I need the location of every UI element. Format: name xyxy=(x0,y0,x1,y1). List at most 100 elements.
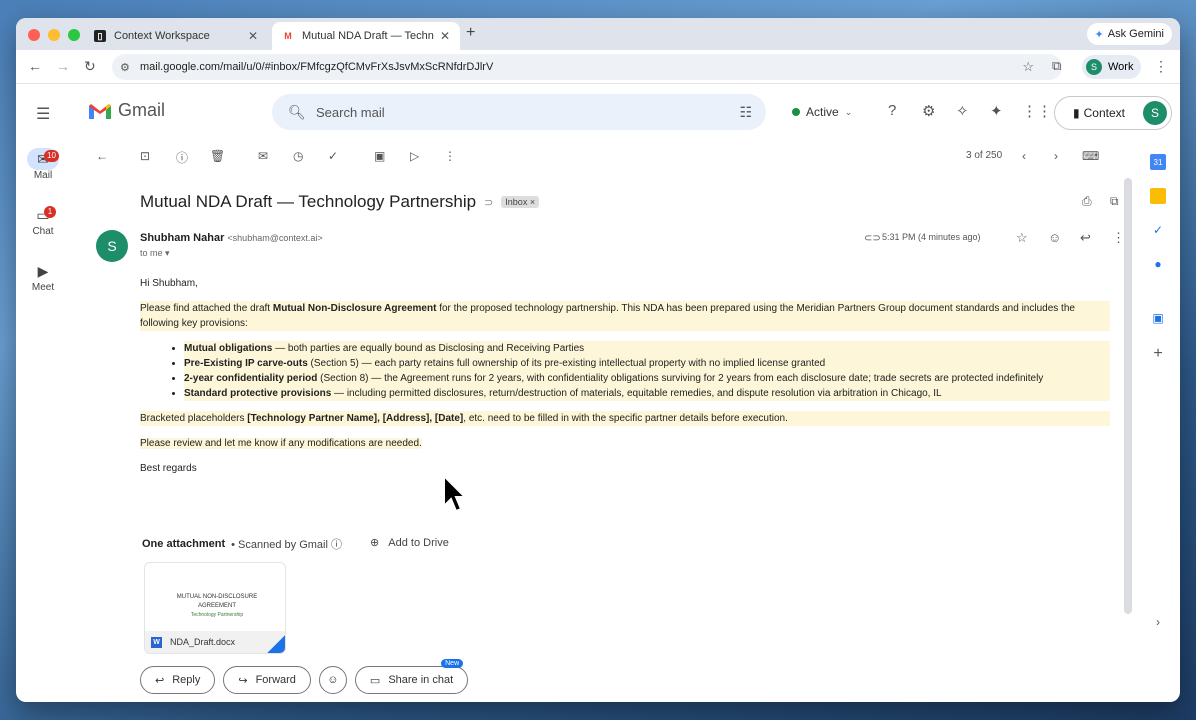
star-icon[interactable]: ☆ xyxy=(1016,230,1028,246)
minimize-window-button[interactable] xyxy=(48,29,60,41)
search-icon[interactable]: 🔍︎ xyxy=(288,104,306,121)
profile-button[interactable]: S Work xyxy=(1082,55,1142,79)
contacts-icon[interactable]: ● xyxy=(1150,256,1166,272)
tab-context-workspace[interactable]: ▯ Context Workspace ✕ xyxy=(84,22,268,50)
drive-add-icon: ⊕ xyxy=(370,537,380,549)
archive-icon[interactable]: ⊡ xyxy=(140,149,150,163)
attachment-filename: NDA_Draft.docx xyxy=(170,637,236,647)
attachment-card[interactable]: MUTUAL NON-DISCLOSURE AGREEMENT Technolo… xyxy=(144,562,286,654)
url-field[interactable]: ⚙ mail.google.com/mail/u/0/#inbox/FMfcgz… xyxy=(112,54,1062,80)
forward-label: Forward xyxy=(255,674,296,686)
apps-grid-icon[interactable]: ⋮⋮ xyxy=(1022,102,1052,120)
tab-gmail[interactable]: M Mutual NDA Draft — Technolo ✕ xyxy=(272,22,460,50)
expand-panel-chevron-icon[interactable]: › xyxy=(1150,614,1166,630)
add-task-icon[interactable]: ✓ xyxy=(328,149,338,163)
account-avatar[interactable]: S xyxy=(1143,101,1167,125)
recipient-details-toggle[interactable]: to me ▾ xyxy=(140,248,170,259)
forward-icon[interactable]: → xyxy=(56,58,70,74)
back-to-inbox-icon[interactable]: ← xyxy=(96,149,108,163)
ask-gemini-button[interactable]: ✦ Ask Gemini xyxy=(1086,23,1172,45)
help-icon[interactable]: ? xyxy=(888,102,896,119)
list-item: Pre-Existing IP carve-outs (Section 5) —… xyxy=(184,356,1110,371)
calendar-icon[interactable]: 31 xyxy=(1150,154,1166,170)
zoom-icon[interactable]: ▣ xyxy=(1150,310,1166,326)
browser-menu-icon[interactable]: ⋮ xyxy=(1154,58,1168,75)
status-dropdown[interactable]: Active ⌄ xyxy=(792,100,852,124)
tasks-icon[interactable]: ✓ xyxy=(1150,222,1166,238)
status-label: Active xyxy=(806,105,839,119)
signoff: Best regards xyxy=(140,463,197,474)
sparkle-tools-icon[interactable]: ✧ xyxy=(956,102,969,120)
more-options-icon[interactable]: ⋮ xyxy=(444,149,456,163)
message-view: Mutual NDA Draft — Technology Partnershi… xyxy=(88,178,1132,698)
back-icon[interactable]: ← xyxy=(28,58,42,74)
add-to-drive-button[interactable]: ⊕ Add to Drive xyxy=(370,536,449,549)
move-to-icon[interactable]: ▣ xyxy=(374,149,385,163)
add-to-drive-label: Add to Drive xyxy=(388,537,449,549)
mark-unread-icon[interactable]: ✉ xyxy=(258,149,268,163)
subject-line: Mutual NDA Draft — Technology Partnershi… xyxy=(140,192,540,212)
forward-arrow-icon: ↪ xyxy=(238,674,248,687)
print-icon[interactable]: ⎙ xyxy=(1082,194,1092,209)
gemini-sparkle-icon[interactable]: ✦ xyxy=(990,102,1003,120)
list-item: Standard protective provisions — includi… xyxy=(184,386,1110,401)
provisions-list: Mutual obligations — both parties are eq… xyxy=(184,341,1110,401)
input-tools-icon[interactable]: ⌨ xyxy=(1082,149,1099,163)
rail-item-chat[interactable]: ▭ 1 Chat xyxy=(16,204,70,254)
search-input[interactable]: 🔍︎ Search mail ☷ xyxy=(272,94,766,130)
reply-button[interactable]: ↩ Reply xyxy=(140,666,216,694)
rail-label: Mail xyxy=(33,170,53,181)
rail-item-meet[interactable]: ▶ Meet xyxy=(16,260,70,310)
close-window-button[interactable] xyxy=(28,29,40,41)
search-options-icon[interactable]: ☷ xyxy=(739,104,752,121)
open-new-window-icon[interactable]: ⧉ xyxy=(1110,194,1119,209)
close-tab-icon[interactable]: ✕ xyxy=(248,29,258,43)
reload-icon[interactable]: ↻ xyxy=(84,58,96,75)
reply-label: Reply xyxy=(172,674,201,686)
inbox-label-chip[interactable]: Inbox × xyxy=(501,196,540,208)
rail-item-mail[interactable]: ✉ 10 Mail xyxy=(16,148,70,198)
main-menu-icon[interactable]: ☰ xyxy=(36,104,50,124)
importance-marker-icon[interactable]: ⊃ xyxy=(484,196,493,209)
attachment-clip-icon: ⊂⊃ xyxy=(864,233,881,244)
delete-icon[interactable]: 🗑︎ xyxy=(210,149,225,163)
settings-gear-icon[interactable]: ⚙ xyxy=(922,102,935,120)
browser-window: ▯ Context Workspace ✕ M Mutual NDA Draft… xyxy=(16,18,1180,702)
share-in-chat-button[interactable]: ▭ Share in chat New xyxy=(354,659,469,694)
label-icon[interactable]: ▷ xyxy=(410,149,419,163)
maximize-window-button[interactable] xyxy=(68,29,80,41)
newer-chevron-icon[interactable]: ‹ xyxy=(1022,149,1026,163)
message-scrollbar[interactable] xyxy=(1124,178,1132,614)
greeting: Hi Shubham, xyxy=(140,278,198,289)
forward-button[interactable]: ↪ Forward xyxy=(223,666,311,694)
bookmark-star-icon[interactable]: ☆ xyxy=(1022,59,1034,75)
rail-label: Chat xyxy=(32,226,54,237)
chat-icon: ▭ xyxy=(36,207,50,223)
older-chevron-icon[interactable]: › xyxy=(1054,149,1058,163)
list-item: Mutual obligations — both parties are eq… xyxy=(184,341,1110,356)
report-spam-icon[interactable]: ⓘ xyxy=(176,149,188,166)
close-tab-icon[interactable]: ✕ xyxy=(440,29,450,43)
review-paragraph: Please review and let me know if any mod… xyxy=(140,438,422,449)
sender-avatar[interactable]: S xyxy=(96,230,128,262)
add-addon-icon[interactable]: + xyxy=(1150,345,1166,362)
snooze-icon[interactable]: ◷ xyxy=(293,149,303,163)
tab-label: Mutual NDA Draft — Technolo xyxy=(302,30,434,42)
share-in-chat-label: Share in chat xyxy=(388,674,454,686)
emoji-button[interactable]: ☺ xyxy=(318,666,347,694)
site-info-icon[interactable]: ⚙ xyxy=(120,61,130,74)
extensions-icon[interactable]: ⧉ xyxy=(1052,58,1061,74)
new-tab-button[interactable]: + xyxy=(466,24,475,42)
tab-label: Context Workspace xyxy=(114,30,210,42)
email-body: Hi Shubham, Please find attached the dra… xyxy=(140,276,1110,486)
gmail-icon: M xyxy=(284,31,292,41)
keep-icon[interactable] xyxy=(1150,188,1166,204)
sender-name[interactable]: Shubham Nahar xyxy=(140,232,224,244)
attachment-preview: MUTUAL NON-DISCLOSURE AGREEMENT Technolo… xyxy=(167,593,267,620)
emoji-react-icon[interactable]: ☺ xyxy=(1048,230,1061,245)
sender-email: <shubham@context.ai> xyxy=(227,233,323,243)
reply-icon[interactable]: ↩ xyxy=(1080,230,1091,246)
gmail-logo[interactable]: Gmail xyxy=(88,100,165,121)
reply-arrow-icon: ↩ xyxy=(155,674,165,687)
context-button[interactable]: ▮ Context S xyxy=(1054,96,1172,130)
